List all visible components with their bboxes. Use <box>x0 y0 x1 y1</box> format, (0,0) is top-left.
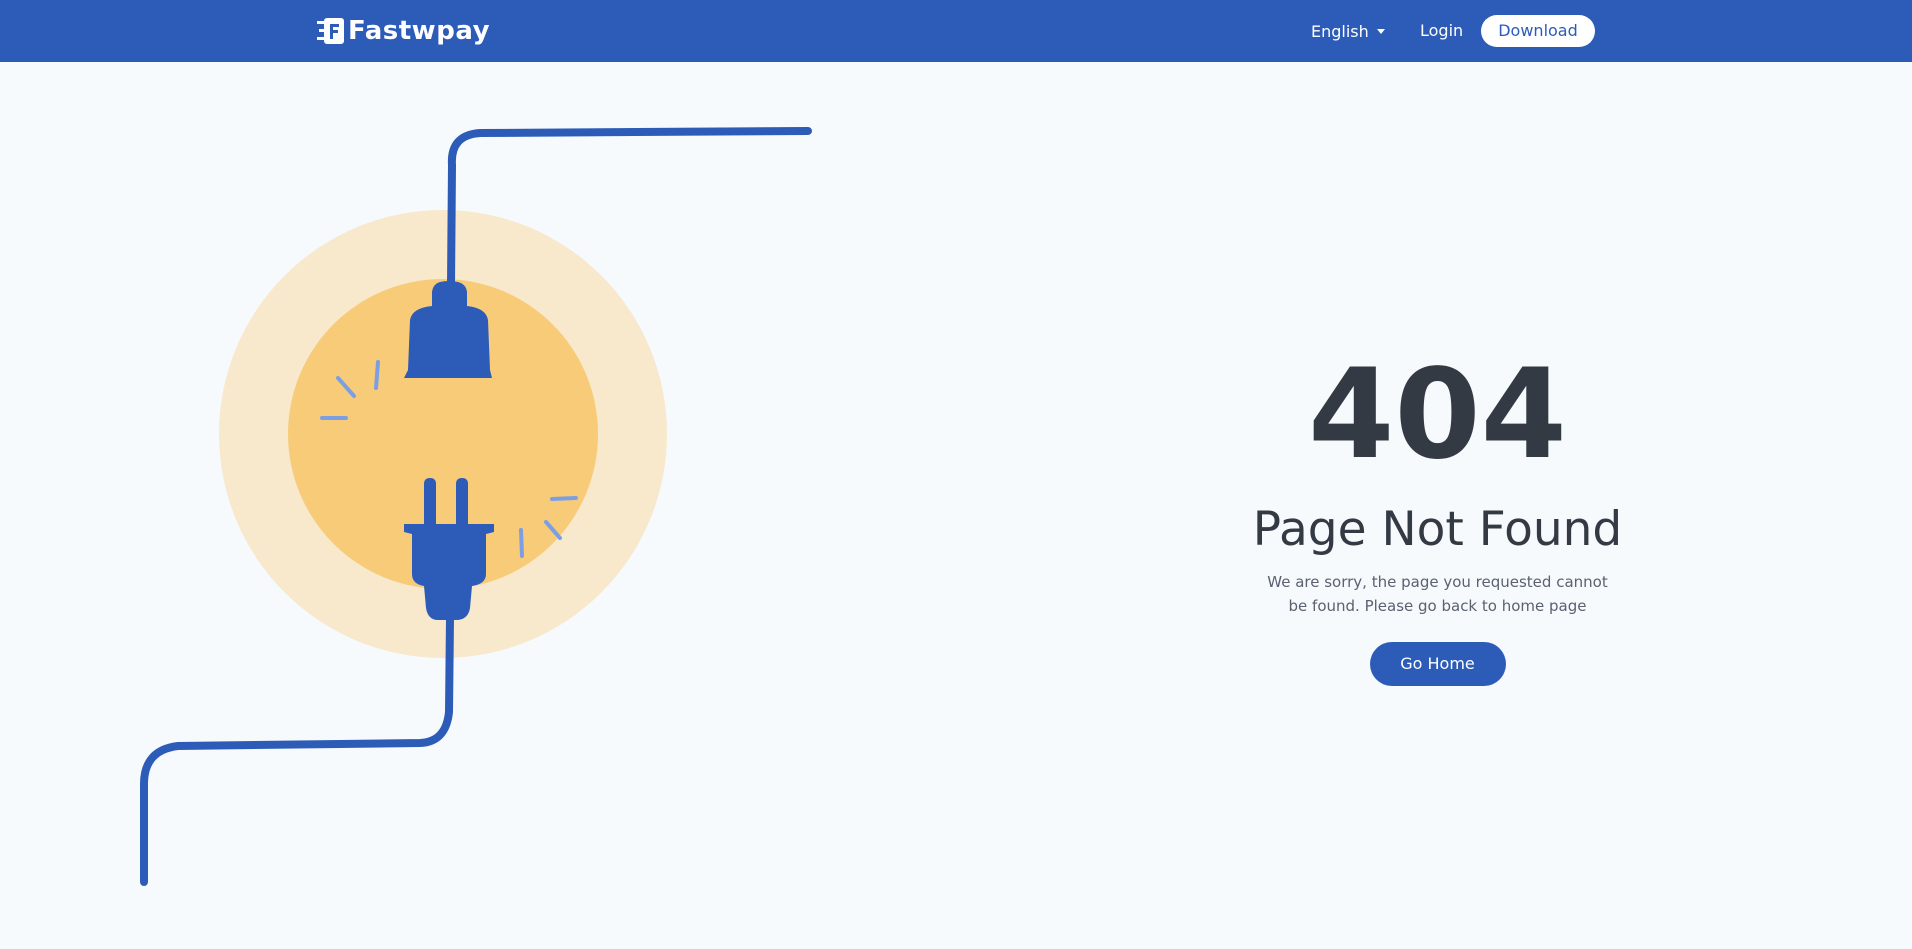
download-button[interactable]: Download <box>1481 15 1595 47</box>
brand-name: Fastwpay <box>348 16 491 46</box>
login-link[interactable]: Login <box>1420 19 1463 43</box>
bottom-cable <box>140 614 454 886</box>
error-message: We are sorry, the page you requested can… <box>1267 573 1608 615</box>
chevron-down-icon <box>1376 28 1385 34</box>
page-title: Page Not Found <box>1252 502 1623 557</box>
top-navbar: Fastwpay English Login Download <box>0 0 1912 62</box>
language-selector[interactable]: English <box>1311 19 1385 43</box>
error-content: 404 Page Not Found We are sorry, the pag… <box>1240 340 1635 686</box>
language-label: English <box>1311 21 1369 41</box>
go-home-button[interactable]: Go Home <box>1369 642 1506 686</box>
brand-logo[interactable]: Fastwpay <box>316 16 490 46</box>
error-code: 404 <box>1308 343 1567 487</box>
unplugged-plugs-illustration <box>140 127 812 886</box>
logo-icon <box>317 18 344 44</box>
